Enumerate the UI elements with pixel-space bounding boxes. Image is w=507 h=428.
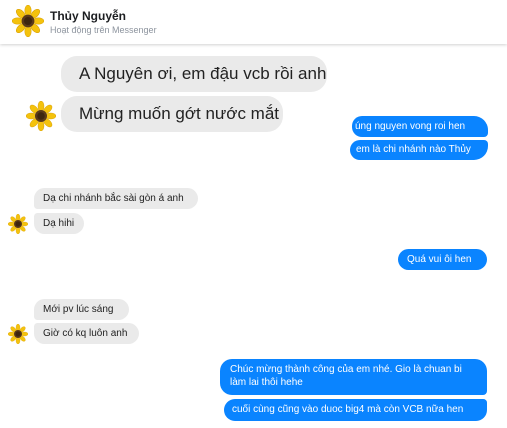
- message-text: Dạ chi nhánh bắc sài gòn á anh: [43, 192, 184, 204]
- message-text: úng nguyen vong roi hen: [355, 120, 466, 132]
- message-incoming[interactable]: Giờ có kq luôn anh: [34, 323, 139, 344]
- message-incoming[interactable]: Mừng muốn gớt nước mắt: [61, 96, 283, 132]
- message-text: Giờ có kq luôn anh: [43, 327, 128, 339]
- message-outgoing[interactable]: Chúc mừng thành công của em nhé. Gio là …: [220, 359, 487, 395]
- message-incoming[interactable]: Dạ hihi: [34, 213, 84, 234]
- message-outgoing[interactable]: úng nguyen vong roi hen: [352, 116, 488, 137]
- message-text: Mới pv lúc sáng: [43, 303, 114, 315]
- sunflower-avatar-icon: [8, 324, 28, 344]
- sunflower-avatar-icon: [26, 101, 56, 131]
- message-text: Quá vui ôi hen: [407, 253, 472, 265]
- active-status: Hoạt động trên Messenger: [50, 25, 157, 35]
- message-incoming[interactable]: Mới pv lúc sáng: [34, 299, 129, 320]
- message-text-line: làm lai thôi hehe: [230, 377, 303, 388]
- message-outgoing[interactable]: Quá vui ôi hen: [398, 249, 487, 270]
- message-outgoing[interactable]: cuối cùng cũng vào duoc big4 mà còn VCB …: [224, 399, 487, 421]
- contact-name[interactable]: Thủy Nguyễn: [50, 9, 126, 23]
- message-text: em là chi nhánh nào Thủy: [356, 144, 471, 155]
- message-text: A Nguyên ơi, em đậu vcb rồi anh: [79, 63, 327, 83]
- message-outgoing[interactable]: em là chi nhánh nào Thủy: [350, 140, 488, 160]
- sunflower-avatar-icon: [8, 214, 28, 234]
- message-text: Mừng muốn gớt nước mắt: [79, 103, 280, 123]
- message-text-line: Chúc mừng thành công của em nhé. Gio là …: [230, 364, 462, 375]
- sunflower-avatar-icon[interactable]: [12, 5, 44, 37]
- message-incoming[interactable]: A Nguyên ơi, em đậu vcb rồi anh: [61, 56, 327, 92]
- message-text: Dạ hihi: [43, 217, 75, 229]
- chat-header: Thủy Nguyễn Hoạt động trên Messenger: [0, 0, 507, 44]
- message-text: cuối cùng cũng vào duoc big4 mà còn VCB …: [232, 404, 464, 415]
- message-incoming[interactable]: Dạ chi nhánh bắc sài gòn á anh: [34, 188, 198, 209]
